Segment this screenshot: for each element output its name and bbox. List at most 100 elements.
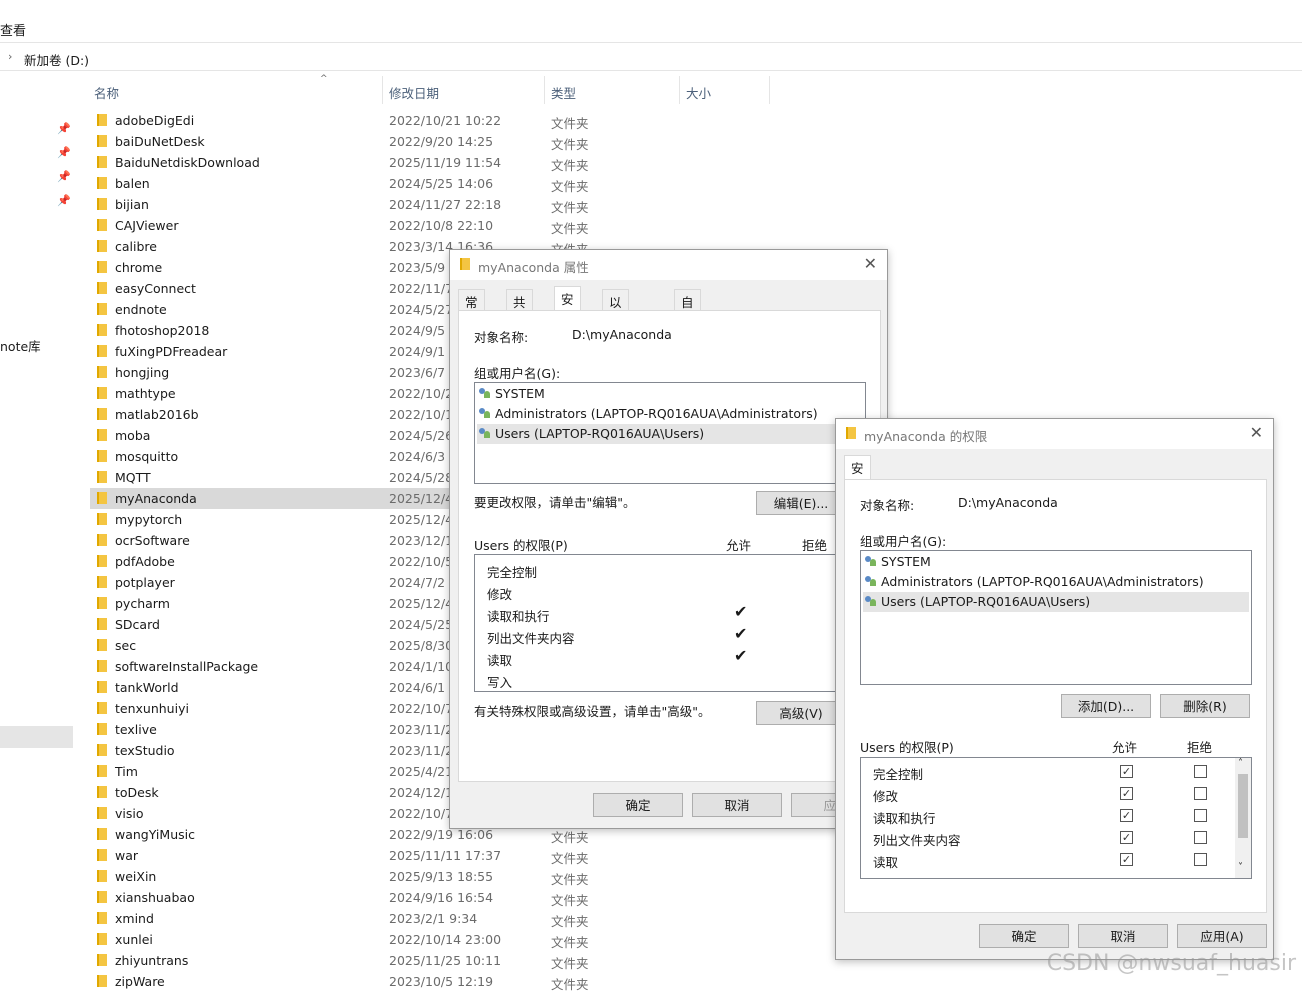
table-row[interactable]: war 2025/11/11 17:37 文件夹 (90, 845, 790, 866)
user-list[interactable]: SYSTEM Administrators (LAPTOP-RQ016AUA\A… (860, 550, 1252, 685)
allow-checkbox[interactable]: ✓ (1120, 765, 1133, 778)
scrollbar-thumb[interactable] (1238, 774, 1248, 838)
column-divider[interactable] (544, 76, 545, 104)
file-date: 2025/11/11 17:37 (389, 848, 502, 863)
cancel-button[interactable]: 取消 (692, 793, 782, 817)
table-row[interactable]: CAJViewer 2022/10/8 22:10 文件夹 (90, 215, 790, 236)
chevron-right-icon[interactable]: › (8, 50, 12, 63)
ok-button[interactable]: 确定 (979, 924, 1069, 948)
edit-hint: 要更改权限，请单击"编辑"。 (474, 495, 636, 510)
table-row[interactable]: bijian 2024/11/27 22:18 文件夹 (90, 194, 790, 215)
cancel-button[interactable]: 取消 (1078, 924, 1168, 948)
list-item[interactable]: Users (LAPTOP-RQ016AUA\Users) (477, 424, 863, 444)
breadcrumb[interactable]: 新加卷 (D:) (24, 50, 89, 69)
address-bar[interactable]: › 新加卷 (D:) (0, 44, 1302, 71)
deny-checkbox[interactable] (1194, 809, 1207, 822)
user-list[interactable]: SYSTEM Administrators (LAPTOP-RQ016AUA\A… (474, 382, 866, 484)
folder-icon (97, 198, 107, 210)
add-button[interactable]: 添加(D)... (1061, 694, 1151, 718)
table-row[interactable]: weiXin 2025/9/13 18:55 文件夹 (90, 866, 790, 887)
allow-checkbox[interactable]: ✓ (1120, 831, 1133, 844)
title-bar[interactable]: myAnaconda 的权限 ✕ (836, 419, 1273, 449)
allow-header: 允许 (726, 538, 752, 553)
file-type: 文件夹 (551, 179, 589, 194)
deny-checkbox[interactable] (1194, 787, 1207, 800)
close-icon[interactable]: ✕ (864, 254, 877, 273)
deny-header: 拒绝 (802, 538, 828, 553)
list-item[interactable]: SYSTEM (863, 552, 1249, 572)
allow-checkbox[interactable]: ✓ (1120, 809, 1133, 822)
remove-button[interactable]: 删除(R) (1160, 694, 1250, 718)
column-date[interactable]: 修改日期 (389, 83, 439, 102)
deny-checkbox[interactable] (1194, 853, 1207, 866)
scrollbar[interactable]: ˄ ˅ (1235, 758, 1251, 878)
file-name: myAnaconda (115, 491, 197, 506)
table-row[interactable]: zhiyuntrans 2025/11/25 10:11 文件夹 (90, 950, 790, 971)
list-item[interactable]: Administrators (LAPTOP-RQ016AUA\Administ… (863, 572, 1249, 592)
table-row[interactable]: xmind 2023/2/1 9:34 文件夹 (90, 908, 790, 929)
folder-icon (97, 786, 107, 798)
object-name-label: 对象名称: (474, 330, 529, 345)
deny-checkbox[interactable] (1194, 831, 1207, 844)
file-date: 2024/9/1 1 (389, 344, 449, 359)
column-divider[interactable] (769, 76, 770, 104)
column-divider[interactable] (679, 76, 680, 104)
apply-button[interactable]: 应用(A) (1177, 924, 1267, 948)
perm-label: Users 的权限(P) (474, 538, 568, 553)
deny-checkbox[interactable] (1194, 765, 1207, 778)
table-row[interactable]: balen 2024/5/25 14:06 文件夹 (90, 173, 790, 194)
chevron-up-icon[interactable]: ˄ (1238, 758, 1243, 769)
users-icon (479, 408, 491, 419)
allow-checkbox[interactable]: ✓ (1120, 787, 1133, 800)
file-date: 2022/10/2 (389, 386, 449, 401)
pin-icon[interactable]: 📌 (57, 194, 71, 207)
table-row[interactable]: baiDuNetDesk 2022/9/20 14:25 文件夹 (90, 131, 790, 152)
pin-icon[interactable]: 📌 (57, 146, 71, 159)
table-row[interactable]: xianshuabao 2024/9/16 16:54 文件夹 (90, 887, 790, 908)
file-name: ocrSoftware (115, 533, 190, 548)
list-item[interactable]: Users (LAPTOP-RQ016AUA\Users) (863, 592, 1249, 612)
file-date: 2024/9/5 9 (389, 323, 449, 338)
edit-button[interactable]: 编辑(E)... (756, 491, 846, 515)
perm-modify: 修改 (487, 587, 513, 602)
list-item[interactable]: SYSTEM (477, 384, 863, 404)
file-date: 2024/9/16 16:54 (389, 890, 494, 905)
allow-checkbox[interactable]: ✓ (1120, 853, 1133, 866)
file-date: 2024/5/25 14:06 (389, 176, 494, 191)
file-type: 文件夹 (551, 200, 589, 215)
file-name: fhotoshop2018 (115, 323, 210, 338)
file-name: moba (115, 428, 151, 443)
folder-icon (97, 954, 107, 966)
pin-icon[interactable]: 📌 (57, 122, 71, 135)
chevron-down-icon[interactable]: ˅ (1238, 862, 1243, 873)
table-row[interactable]: adobeDigEdi 2022/10/21 10:22 文件夹 (90, 110, 790, 131)
table-row[interactable]: xunlei 2022/10/14 23:00 文件夹 (90, 929, 790, 950)
folder-icon (97, 114, 107, 126)
column-size[interactable]: 大小 (686, 83, 711, 102)
close-icon[interactable]: ✕ (1250, 423, 1263, 442)
folder-icon (97, 261, 107, 273)
column-name[interactable]: 名称 (94, 83, 119, 102)
ok-button[interactable]: 确定 (593, 793, 683, 817)
file-date: 2024/5/26 (389, 428, 449, 443)
nav-item-note[interactable]: note库 (0, 336, 41, 355)
pin-icon[interactable]: 📌 (57, 170, 71, 183)
file-date: 2022/10/7 (389, 806, 449, 821)
advanced-button[interactable]: 高级(V) (756, 701, 846, 725)
advanced-hint: 有关特殊权限或高级设置，请单击"高级"。 (474, 704, 711, 719)
file-date: 2023/6/7 1 (389, 365, 449, 380)
folder-icon (97, 618, 107, 630)
tab-view[interactable]: 查看 (0, 20, 26, 39)
folder-icon (97, 303, 107, 315)
list-item[interactable]: Administrators (LAPTOP-RQ016AUA\Administ… (477, 404, 863, 424)
title-bar[interactable]: myAnaconda 属性 ✕ (450, 250, 887, 280)
file-name: weiXin (115, 869, 157, 884)
file-date: 2025/8/30 (389, 638, 449, 653)
column-type[interactable]: 类型 (551, 83, 576, 102)
nav-item-selected[interactable] (0, 726, 73, 748)
file-name: xmind (115, 911, 154, 926)
check-icon: ✔ (734, 602, 748, 621)
table-row[interactable]: BaiduNetdiskDownload 2025/11/19 11:54 文件夹 (90, 152, 790, 173)
permission-list: 完全控制 修改 读取和执行 列出文件夹内容 读取 ✓ ✓ ✓ ✓ ✓ ˄ ˅ (860, 757, 1252, 879)
column-divider[interactable] (382, 76, 383, 104)
